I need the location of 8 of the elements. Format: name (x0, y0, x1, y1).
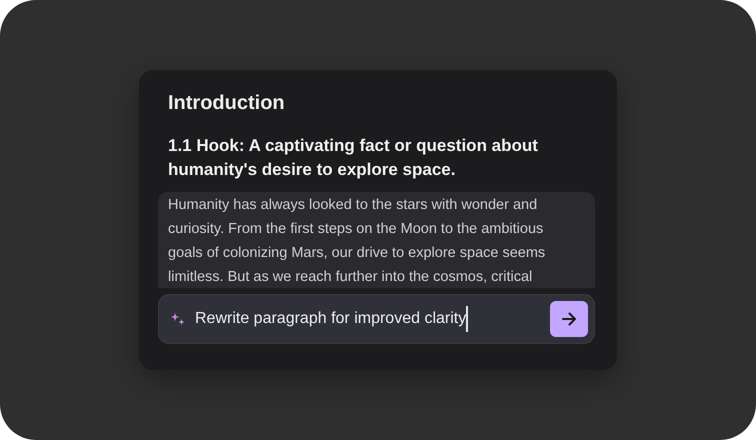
section-title: Introduction (168, 91, 286, 116)
text-caret (466, 306, 468, 332)
arrow-right-icon (561, 311, 577, 327)
subsection-heading: 1.1 Hook: A captivating fact or question about humanity's desire to explore space. (168, 135, 539, 181)
prompt-input[interactable]: Rewrite paragraph for improved clarity (195, 310, 466, 328)
paragraph-text: Humanity has always looked to the stars with wonder and curiosity. From the first steps on the Moon to the ambitious goals of colonizing Mars, our drive to explore space seems limitless. But as we reach further into the cosmos, critical (158, 192, 595, 288)
send-button[interactable] (550, 301, 588, 337)
sparkle-icon (171, 312, 185, 326)
